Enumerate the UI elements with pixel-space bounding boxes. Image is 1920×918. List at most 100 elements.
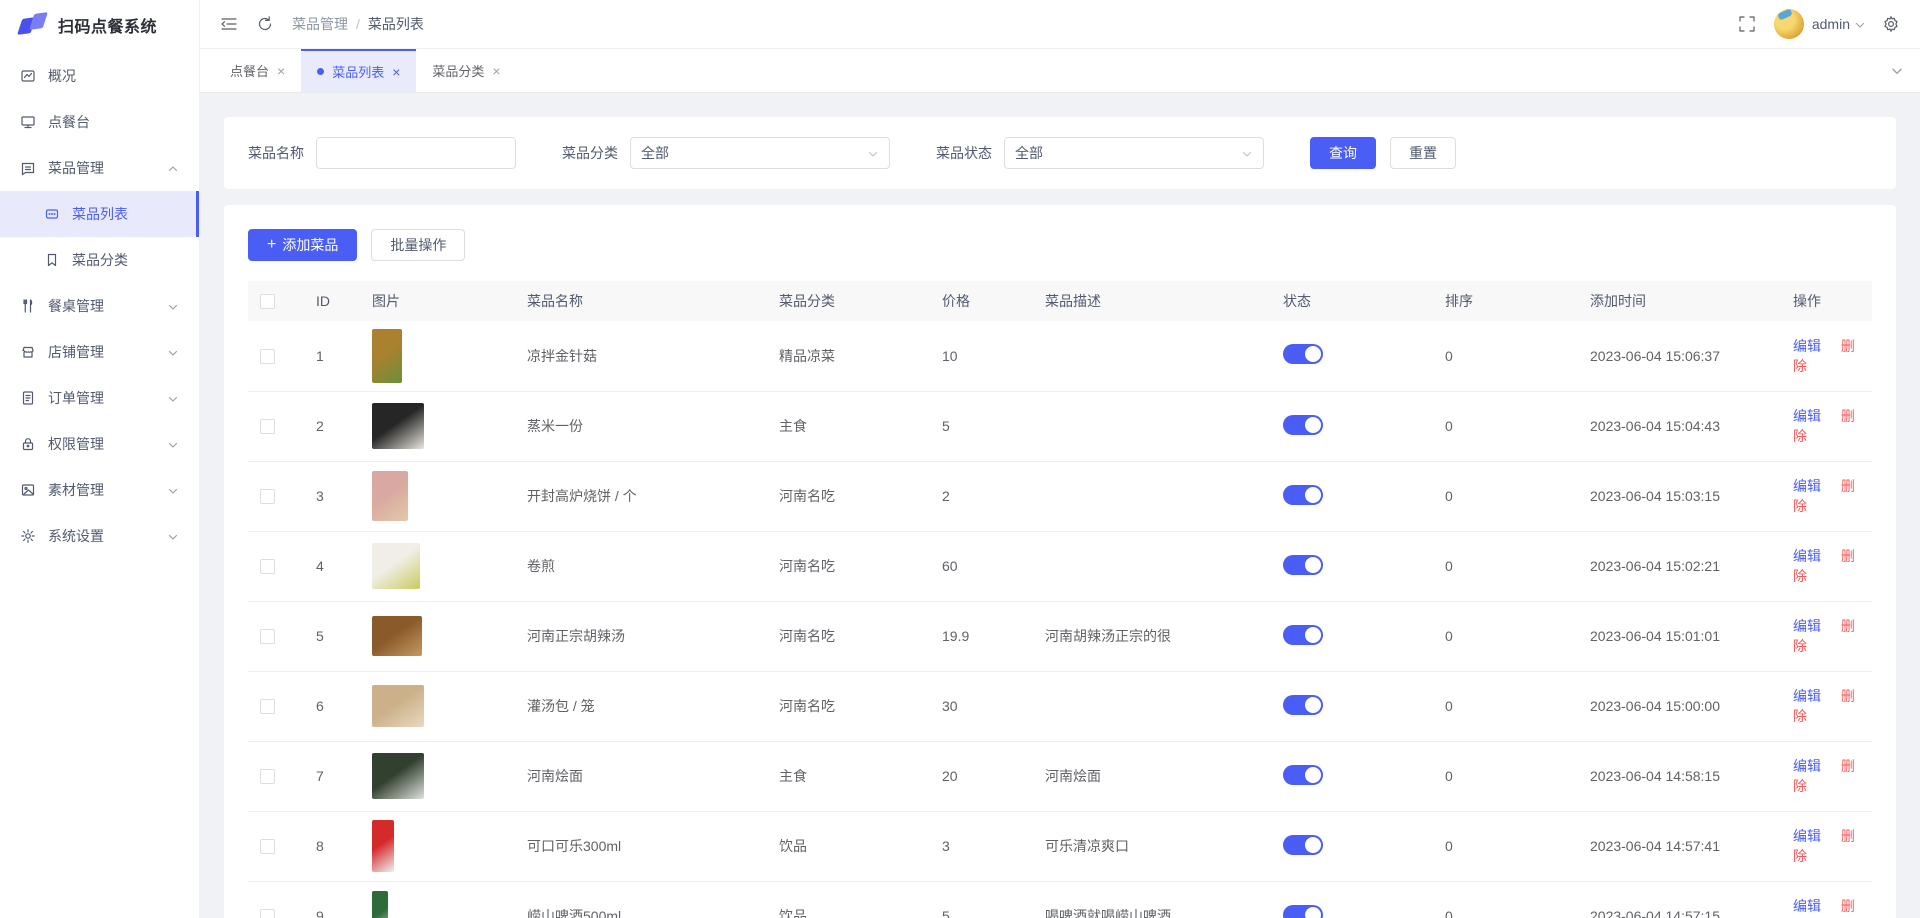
dish-status-select[interactable]: 全部 [1004, 137, 1264, 169]
edit-link[interactable]: 编辑 [1793, 618, 1821, 634]
sidebar-subitem-dish-category[interactable]: 菜品分类 [0, 237, 199, 283]
sidebar-item-order-desk[interactable]: 点餐台 [0, 99, 199, 145]
dish-photo[interactable] [372, 471, 408, 521]
close-icon[interactable]: × [492, 64, 500, 78]
dish-table: ID 图片 菜品名称 菜品分类 价格 菜品描述 状态 排序 添加时间 操作 [248, 281, 1872, 918]
row-checkbox[interactable] [260, 909, 275, 918]
table-row: 1 凉拌金针菇 精品凉菜 10 0 2023-06-04 15:06:37 编辑… [248, 321, 1872, 391]
dish-description: 喝啤酒就喝崂山啤酒 [1033, 881, 1271, 918]
select-all-checkbox[interactable] [260, 294, 275, 309]
username[interactable]: admin [1812, 16, 1850, 32]
dish-sort: 0 [1433, 391, 1578, 461]
status-toggle[interactable] [1283, 765, 1323, 785]
tab-label: 菜品分类 [432, 61, 484, 80]
dish-created-time: 2023-06-04 15:04:43 [1578, 391, 1781, 461]
status-toggle[interactable] [1283, 555, 1323, 575]
dish-price: 5 [930, 391, 1033, 461]
overview-icon [20, 68, 36, 84]
table-row: 8 可口可乐300ml 饮品 3 可乐清凉爽口 0 2023-06-04 14:… [248, 811, 1872, 881]
collapse-sidebar-icon[interactable] [220, 15, 238, 33]
batch-operation-button[interactable]: 批量操作 [371, 229, 465, 261]
row-checkbox[interactable] [260, 559, 275, 574]
status-toggle[interactable] [1283, 835, 1323, 855]
dish-created-time: 2023-06-04 15:03:15 [1578, 461, 1781, 531]
chevron-down-icon [1241, 147, 1253, 159]
dish-created-time: 2023-06-04 14:58:15 [1578, 741, 1781, 811]
edit-link[interactable]: 编辑 [1793, 758, 1821, 774]
col-desc: 菜品描述 [1033, 281, 1271, 321]
edit-link[interactable]: 编辑 [1793, 338, 1821, 354]
dish-photo[interactable] [372, 543, 420, 589]
app-title: 扫码点餐系统 [58, 13, 157, 37]
sidebar: 扫码点餐系统 概况 点餐台 菜品管理 [0, 0, 200, 918]
edit-link[interactable]: 编辑 [1793, 548, 1821, 564]
chevron-down-icon [167, 530, 179, 542]
dish-photo[interactable] [372, 685, 424, 727]
dish-category: 河南名吃 [767, 601, 930, 671]
dish-photo[interactable] [372, 891, 388, 918]
row-checkbox[interactable] [260, 839, 275, 854]
sidebar-subitem-label: 菜品分类 [72, 250, 128, 270]
dish-sort: 0 [1433, 601, 1578, 671]
tab-dish-list[interactable]: 菜品列表 × [301, 49, 416, 92]
dish-price: 10 [930, 321, 1033, 391]
status-toggle[interactable] [1283, 905, 1323, 918]
status-toggle[interactable] [1283, 625, 1323, 645]
row-checkbox[interactable] [260, 629, 275, 644]
settings-gear-icon[interactable] [1882, 15, 1900, 33]
refresh-icon[interactable] [256, 15, 274, 33]
dish-price: 20 [930, 741, 1033, 811]
topbar-right: admin [1738, 9, 1900, 39]
user-avatar[interactable] [1774, 9, 1804, 39]
sidebar-item-dish-management[interactable]: 菜品管理 [0, 145, 199, 191]
edit-link[interactable]: 编辑 [1793, 408, 1821, 424]
dish-photo[interactable] [372, 329, 402, 383]
status-toggle[interactable] [1283, 695, 1323, 715]
row-checkbox[interactable] [260, 769, 275, 784]
tab-label: 点餐台 [230, 61, 269, 80]
edit-link[interactable]: 编辑 [1793, 898, 1821, 914]
row-checkbox[interactable] [260, 419, 275, 434]
dish-name: 可口可乐300ml [515, 811, 767, 881]
edit-link[interactable]: 编辑 [1793, 688, 1821, 704]
sidebar-item-permission-management[interactable]: 权限管理 [0, 421, 199, 467]
sidebar-item-label: 点餐台 [48, 112, 179, 132]
sidebar-item-shop-management[interactable]: 店铺管理 [0, 329, 199, 375]
sidebar-item-table-management[interactable]: 餐桌管理 [0, 283, 199, 329]
dish-name-input[interactable] [316, 137, 516, 169]
tab-list-chevron-down-icon[interactable] [1890, 49, 1904, 92]
dish-description [1033, 321, 1271, 391]
sidebar-item-overview[interactable]: 概况 [0, 53, 199, 99]
sidebar-item-system-settings[interactable]: 系统设置 [0, 513, 199, 559]
status-toggle[interactable] [1283, 344, 1323, 364]
dish-price: 2 [930, 461, 1033, 531]
dish-price: 3 [930, 811, 1033, 881]
add-dish-button[interactable]: + 添加菜品 [248, 229, 357, 261]
row-checkbox[interactable] [260, 489, 275, 504]
dish-photo[interactable] [372, 820, 394, 872]
tab-order-desk[interactable]: 点餐台 × [214, 49, 301, 92]
fullscreen-icon[interactable] [1738, 15, 1756, 33]
sidebar-item-label: 素材管理 [48, 480, 167, 500]
dish-photo[interactable] [372, 753, 424, 799]
row-checkbox[interactable] [260, 699, 275, 714]
sidebar-subitem-dish-list[interactable]: 菜品列表 [0, 191, 199, 237]
dish-photo[interactable] [372, 616, 422, 656]
status-toggle[interactable] [1283, 485, 1323, 505]
row-checkbox[interactable] [260, 349, 275, 364]
col-category: 菜品分类 [767, 281, 930, 321]
edit-link[interactable]: 编辑 [1793, 478, 1821, 494]
tab-dish-category[interactable]: 菜品分类 × [416, 49, 516, 92]
dish-photo[interactable] [372, 403, 424, 449]
close-icon[interactable]: × [392, 65, 400, 79]
sidebar-item-order-management[interactable]: 订单管理 [0, 375, 199, 421]
breadcrumb-parent[interactable]: 菜品管理 [292, 14, 348, 34]
close-icon[interactable]: × [277, 64, 285, 78]
status-toggle[interactable] [1283, 415, 1323, 435]
reset-button[interactable]: 重置 [1390, 137, 1456, 169]
search-button[interactable]: 查询 [1310, 137, 1376, 169]
dish-category-select[interactable]: 全部 [630, 137, 890, 169]
sidebar-item-material-management[interactable]: 素材管理 [0, 467, 199, 513]
chevron-down-icon[interactable] [1854, 18, 1866, 30]
edit-link[interactable]: 编辑 [1793, 828, 1821, 844]
